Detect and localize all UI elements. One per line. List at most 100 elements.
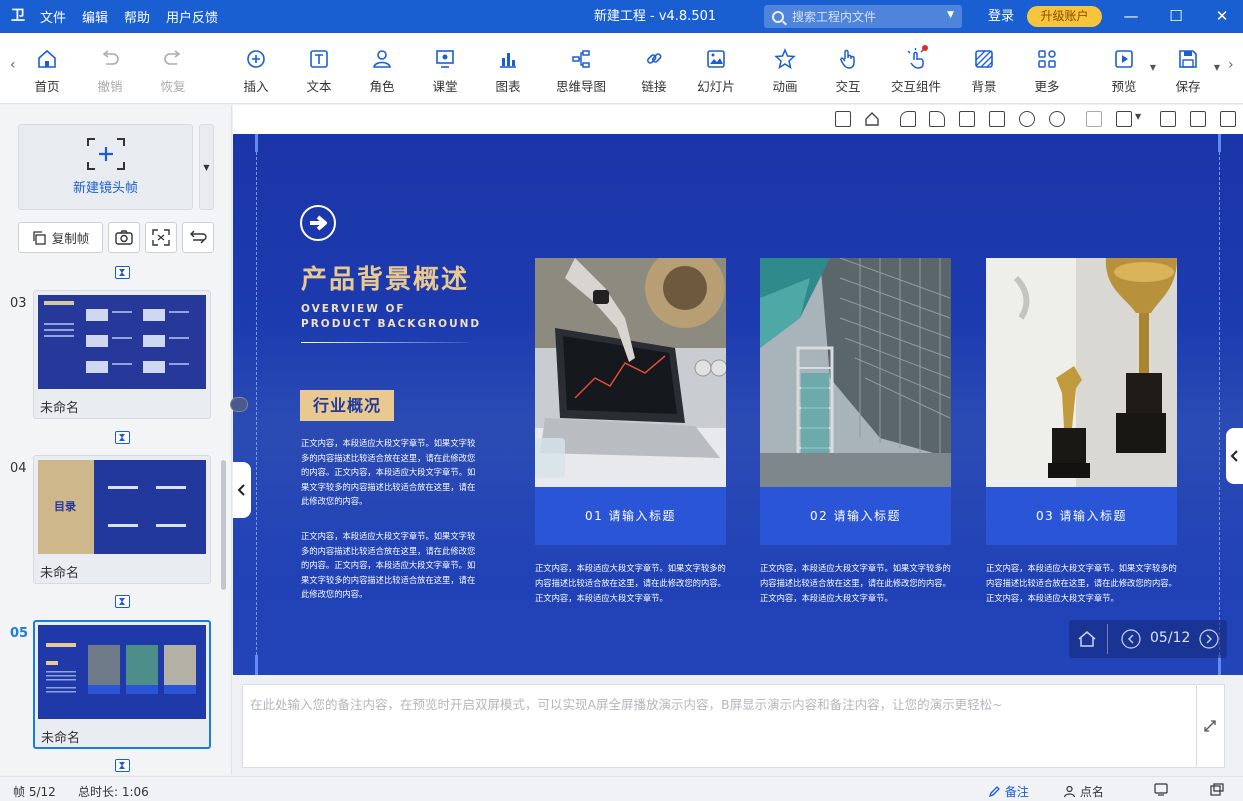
edit-icon[interactable] <box>1220 111 1236 127</box>
paste-icon[interactable] <box>989 111 1005 127</box>
camera-icon[interactable] <box>1160 111 1176 127</box>
slide-button[interactable]: 幻灯片 <box>686 43 746 95</box>
selection-handle[interactable] <box>255 655 258 675</box>
card-title[interactable]: 03 请输入标题 <box>986 487 1177 545</box>
redo-button[interactable]: 恢复 <box>143 43 203 95</box>
body-paragraph-2[interactable]: 正文内容，本段适应大段文字章节。如果文字较多的内容描述比较适合放在这里，请在此修… <box>301 529 483 602</box>
zoom-in-icon[interactable] <box>1019 111 1035 127</box>
copy-icon[interactable] <box>959 111 975 127</box>
frame-list-scrollbar[interactable] <box>221 460 226 590</box>
interaction-button[interactable]: 交互 <box>818 43 878 95</box>
collapse-left-panel-button[interactable] <box>233 462 251 518</box>
chevron-down-icon[interactable]: ▼ <box>947 10 954 20</box>
slide-subtitle[interactable]: OVERVIEW OF PRODUCT BACKGROUND <box>301 302 481 332</box>
touch-icon <box>907 48 924 69</box>
card-text[interactable]: 正文内容，本段适应大段文字章节。如果文字较多的内容描述比较适合放在这里，请在此修… <box>760 561 951 606</box>
body-paragraph-1[interactable]: 正文内容，本段适应大段文字章节。如果文字较多的内容描述比较适合放在这里，请在此修… <box>301 436 483 509</box>
section-tag[interactable]: 行业概况 <box>300 390 394 421</box>
transition-icon[interactable] <box>115 759 130 772</box>
fit-frame-button[interactable] <box>145 222 177 253</box>
rotate-right-icon[interactable] <box>929 111 945 127</box>
expand-notes-button[interactable] <box>1197 684 1225 768</box>
previous-page-icon[interactable] <box>1121 629 1141 649</box>
new-frame-button[interactable]: 新建镜头帧 <box>18 124 193 210</box>
chevron-down-icon[interactable]: ▼ <box>1135 112 1141 121</box>
link-button[interactable]: 链接 <box>624 43 684 95</box>
insert-button[interactable]: 插入 <box>226 43 286 95</box>
laptop-photo <box>535 258 726 487</box>
transition-icon[interactable] <box>115 266 130 279</box>
align-icon[interactable] <box>1086 111 1102 127</box>
card-3[interactable]: 03 请输入标题 正文内容，本段适应大段文字章节。如果文字较多的内容描述比较适合… <box>986 258 1177 606</box>
chevron-down-icon[interactable]: ▼ <box>1150 63 1156 72</box>
next-page-icon[interactable] <box>1199 629 1219 649</box>
slide-title[interactable]: 产品背景概述 <box>301 259 469 296</box>
more-button[interactable]: 更多 <box>1017 43 1077 95</box>
home-icon[interactable] <box>1077 629 1097 649</box>
menu-help[interactable]: 帮助 <box>124 7 150 26</box>
search-input[interactable]: 搜索工程内文件 ▼ <box>764 5 962 28</box>
text-button[interactable]: 文本 <box>289 43 349 95</box>
toolbar-scroll-right-icon[interactable]: › <box>1228 57 1234 73</box>
rollcall-button[interactable]: 点名 <box>1063 783 1104 800</box>
copy-icon <box>33 230 46 245</box>
card-1[interactable]: 01 请输入标题 正文内容，本段适应大段文字章节。如果文字较多的内容描述比较适合… <box>535 258 726 606</box>
card-text[interactable]: 正文内容，本段适应大段文字章节。如果文字较多的内容描述比较适合放在这里，请在此修… <box>535 561 726 606</box>
slide-thumbnail-04[interactable]: 目录 未命名 <box>33 455 211 584</box>
selection-handle[interactable] <box>1218 655 1221 675</box>
slide-icon <box>707 50 725 68</box>
interactive-component-button[interactable]: 交互组件 <box>886 43 946 95</box>
title-bar: 卫 文件 编辑 帮助 用户反馈 新建工程 - v4.8.501 搜索工程内文件 … <box>0 0 1243 33</box>
animation-button[interactable]: 动画 <box>755 43 815 95</box>
main-toolbar: ‹ 首页 撤销 恢复 插入 文本 角色 课堂 图表 思维导图 链接 幻灯片 动画… <box>0 33 1243 104</box>
transition-icon[interactable] <box>115 595 130 608</box>
selection-handle[interactable] <box>1218 134 1221 152</box>
new-badge <box>922 45 928 51</box>
chart-button[interactable]: 图表 <box>478 43 538 95</box>
toolbar-scroll-left-icon[interactable]: ‹ <box>10 57 16 73</box>
subtitle-icon[interactable] <box>1154 783 1168 799</box>
role-button[interactable]: 角色 <box>352 43 412 95</box>
save-button[interactable]: 保存 ▼ <box>1158 43 1220 95</box>
classroom-button[interactable]: 课堂 <box>415 43 475 95</box>
maximize-icon[interactable]: ☐ <box>1161 0 1191 33</box>
copy-frame-button[interactable]: 复制帧 <box>18 222 103 253</box>
drag-handle[interactable] <box>230 397 248 412</box>
card-title[interactable]: 01 请输入标题 <box>535 487 726 545</box>
card-title[interactable]: 02 请输入标题 <box>760 487 951 545</box>
home-icon[interactable] <box>864 111 880 127</box>
close-icon[interactable]: ✕ <box>1207 0 1237 33</box>
lock-icon[interactable] <box>1116 111 1132 127</box>
settings-icon[interactable] <box>1190 111 1206 127</box>
undo-button[interactable]: 撤销 <box>80 43 140 95</box>
minimize-icon[interactable]: — <box>1116 0 1146 33</box>
collapse-right-panel-button[interactable] <box>1226 428 1243 484</box>
menu-feedback[interactable]: 用户反馈 <box>166 7 218 26</box>
slide-canvas[interactable]: 产品背景概述 OVERVIEW OF PRODUCT BACKGROUND 行业… <box>233 134 1243 675</box>
screenshot-button[interactable] <box>108 222 140 253</box>
slide-thumbnail-05[interactable]: 未命名 <box>33 620 211 749</box>
selection-handle[interactable] <box>255 134 258 152</box>
rotate-left-icon[interactable] <box>900 111 916 127</box>
preview-button[interactable]: 预览 ▼ <box>1094 43 1156 95</box>
card-2[interactable]: 02 请输入标题 正文内容，本段适应大段文字章节。如果文字较多的内容描述比较适合… <box>760 258 951 606</box>
notes-toggle[interactable]: 备注 <box>988 783 1029 800</box>
notes-input[interactable]: 在此处输入您的备注内容，在预览时开启双屏模式，可以实现A屏全屏播放演示内容，B屏… <box>242 684 1197 768</box>
chevron-down-icon[interactable]: ▼ <box>1214 63 1220 72</box>
slide-thumbnail-03[interactable]: 未命名 <box>33 290 211 419</box>
upgrade-button[interactable]: 升级账户 <box>1027 6 1102 27</box>
swap-frame-button[interactable] <box>182 222 214 253</box>
zoom-out-icon[interactable] <box>1049 111 1065 127</box>
card-text[interactable]: 正文内容，本段适应大段文字章节。如果文字较多的内容描述比较适合放在这里，请在此修… <box>986 561 1177 606</box>
menu-file[interactable]: 文件 <box>40 7 66 26</box>
login-button[interactable]: 登录 <box>988 0 1014 33</box>
layout-icon[interactable] <box>835 111 851 127</box>
window-mode-icon[interactable] <box>1210 783 1224 799</box>
mindmap-button[interactable]: 思维导图 <box>551 43 611 95</box>
menu-edit[interactable]: 编辑 <box>82 7 108 26</box>
home-button[interactable]: 首页 <box>17 43 77 95</box>
transition-icon[interactable] <box>115 431 130 444</box>
new-frame-dropdown[interactable]: ▼ <box>199 124 214 210</box>
background-button[interactable]: 背景 <box>954 43 1014 95</box>
thumbnail-image <box>38 295 206 389</box>
